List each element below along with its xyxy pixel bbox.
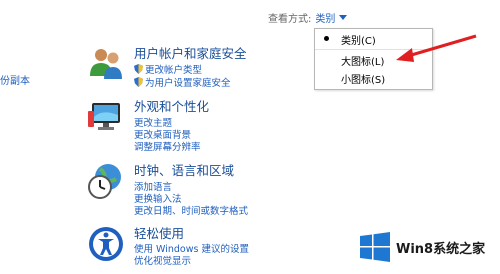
shield-icon [134, 77, 143, 87]
section-ease-of-access: 轻松使用 使用 Windows 建议的设置 优化视觉显示 [86, 224, 296, 268]
view-by-control: 查看方式: 类别 [268, 10, 348, 25]
section-title-user-accounts[interactable]: 用户帐户和家庭安全 [134, 43, 247, 62]
windows-logo-icon [360, 232, 390, 262]
section-clock-language-region: 时钟、语言和区域 添加语言 更换输入法 更改日期、时间或数字格式 [86, 160, 296, 217]
menu-item-category[interactable]: 类别(C) [341, 32, 376, 47]
section-user-accounts: 用户帐户和家庭安全 更改帐户类型 为用户设置家庭安全 [86, 44, 296, 92]
users-icon[interactable] [86, 44, 126, 84]
chevron-down-icon[interactable] [339, 15, 348, 20]
section-title-appearance[interactable]: 外观和个性化 [134, 96, 209, 115]
monitor-paint-icon[interactable] [86, 97, 126, 137]
link-family-safety[interactable]: 为用户设置家庭安全 [134, 75, 231, 89]
watermark-text: Win8系统之家 [396, 241, 486, 257]
menu-item-large-icons[interactable]: 大图标(L) [341, 53, 384, 68]
section-title-clock-language-region[interactable]: 时钟、语言和区域 [134, 160, 234, 179]
selected-bullet-icon [324, 36, 329, 41]
view-by-value[interactable]: 类别 [315, 10, 335, 25]
menu-item-small-icons[interactable]: 小图标(S) [341, 71, 385, 86]
section-appearance: 外观和个性化 更改主题 更改桌面背景 调整屏幕分辨率 [86, 96, 296, 153]
link-screen-resolution[interactable]: 调整屏幕分辨率 [134, 139, 201, 153]
shield-icon [134, 64, 143, 74]
red-arrow-annotation [396, 34, 477, 62]
watermark: Win8系统之家 [360, 232, 485, 262]
link-label[interactable]: 为用户设置家庭安全 [145, 75, 231, 89]
link-change-date-time-format[interactable]: 更改日期、时间或数字格式 [134, 203, 248, 217]
link-optimize-visual-display[interactable]: 优化视觉显示 [134, 253, 191, 267]
section-title-ease-of-access[interactable]: 轻松使用 [134, 223, 184, 242]
left-panel-fragment[interactable]: 份副本 [0, 72, 30, 87]
ease-of-access-icon[interactable] [86, 224, 126, 264]
link-change-account-type[interactable]: 更改帐户类型 [134, 62, 202, 76]
link-label[interactable]: 更改帐户类型 [145, 62, 202, 76]
view-by-dropdown[interactable]: 类别 [315, 10, 348, 25]
clock-globe-icon[interactable] [86, 161, 126, 201]
view-by-label: 查看方式: [268, 14, 312, 25]
